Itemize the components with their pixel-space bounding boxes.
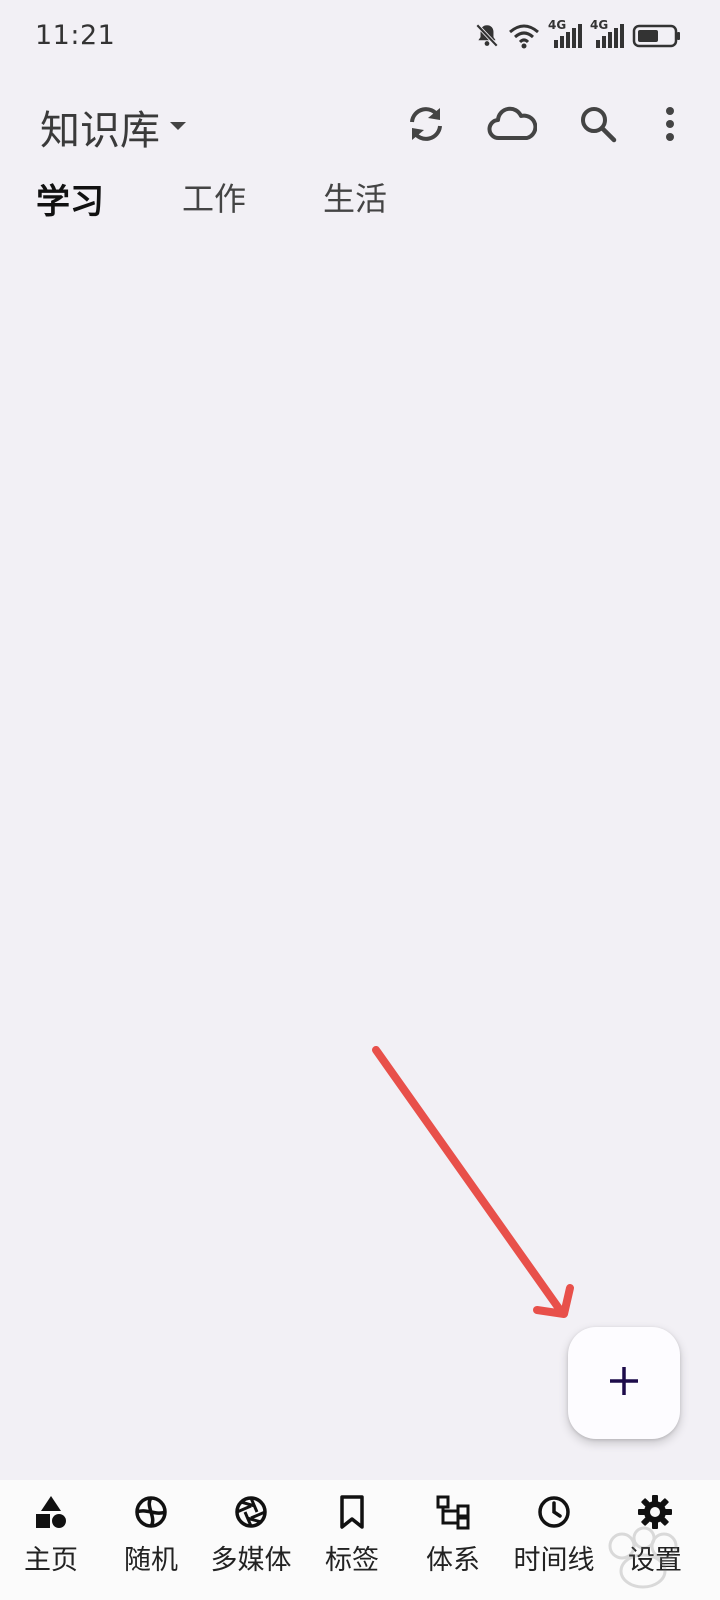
- nav-item-settings[interactable]: 设置: [605, 1492, 705, 1577]
- sync-icon: [404, 102, 448, 150]
- nav-label-home: 主页: [24, 1545, 78, 1576]
- status-icons: 4G 4G: [474, 18, 682, 50]
- status-time: 11:21: [35, 20, 116, 51]
- bell-off-icon: [474, 22, 500, 50]
- status-bar: 11:21 4G 4G: [0, 0, 720, 76]
- nav-item-multimedia[interactable]: 多媒体: [201, 1492, 301, 1577]
- search-button[interactable]: [572, 100, 624, 152]
- nav-item-home[interactable]: 主页: [1, 1492, 101, 1577]
- category-tabs: 学习 工作 生活: [0, 168, 720, 224]
- plus-icon: [607, 1364, 641, 1402]
- search-icon: [579, 105, 617, 147]
- tab-study[interactable]: 学习: [36, 174, 104, 223]
- battery-icon: [632, 23, 682, 49]
- tab-work[interactable]: 工作: [182, 174, 246, 220]
- sync-button[interactable]: [400, 100, 452, 152]
- cloud-button[interactable]: [486, 100, 538, 152]
- nav-label-timeline: 时间线: [513, 1545, 595, 1576]
- aperture-icon: [231, 1492, 271, 1532]
- bookmark-icon: [332, 1492, 372, 1532]
- wifi-icon: [508, 23, 540, 49]
- knowledge-base-selector[interactable]: 知识库: [40, 98, 188, 156]
- nav-item-random[interactable]: 随机: [101, 1492, 201, 1577]
- gear-icon: [635, 1492, 675, 1532]
- tab-life[interactable]: 生活: [323, 174, 387, 220]
- nav-item-system[interactable]: 体系: [403, 1492, 503, 1577]
- shapes-icon: [31, 1492, 71, 1532]
- signal-4g-icon: 4G: [548, 18, 582, 50]
- nav-label-multimedia: 多媒体: [210, 1545, 292, 1576]
- clock-icon: [534, 1492, 574, 1532]
- signal-4g-icon: 4G: [590, 18, 624, 50]
- hierarchy-icon: [433, 1492, 473, 1532]
- content-area: [0, 230, 720, 1480]
- page-title: 知识库: [40, 108, 160, 154]
- nav-item-tags[interactable]: 标签: [302, 1492, 402, 1577]
- nav-label-settings: 设置: [628, 1545, 682, 1576]
- app-bar: 知识库: [0, 90, 720, 160]
- random-icon: [131, 1492, 171, 1532]
- dropdown-arrow-icon: [168, 118, 188, 137]
- more-vert-icon: [665, 106, 675, 146]
- cloud-icon: [487, 106, 538, 146]
- nav-label-random: 随机: [124, 1545, 178, 1576]
- bottom-nav: 主页 随机 多媒体 标签 体系 时间线 设置: [0, 1480, 720, 1600]
- add-button[interactable]: [568, 1327, 680, 1439]
- nav-item-timeline[interactable]: 时间线: [504, 1492, 604, 1577]
- app-bar-actions: [400, 100, 682, 152]
- nav-label-system: 体系: [426, 1545, 480, 1576]
- more-options-button[interactable]: [658, 100, 682, 152]
- nav-label-tags: 标签: [325, 1545, 379, 1576]
